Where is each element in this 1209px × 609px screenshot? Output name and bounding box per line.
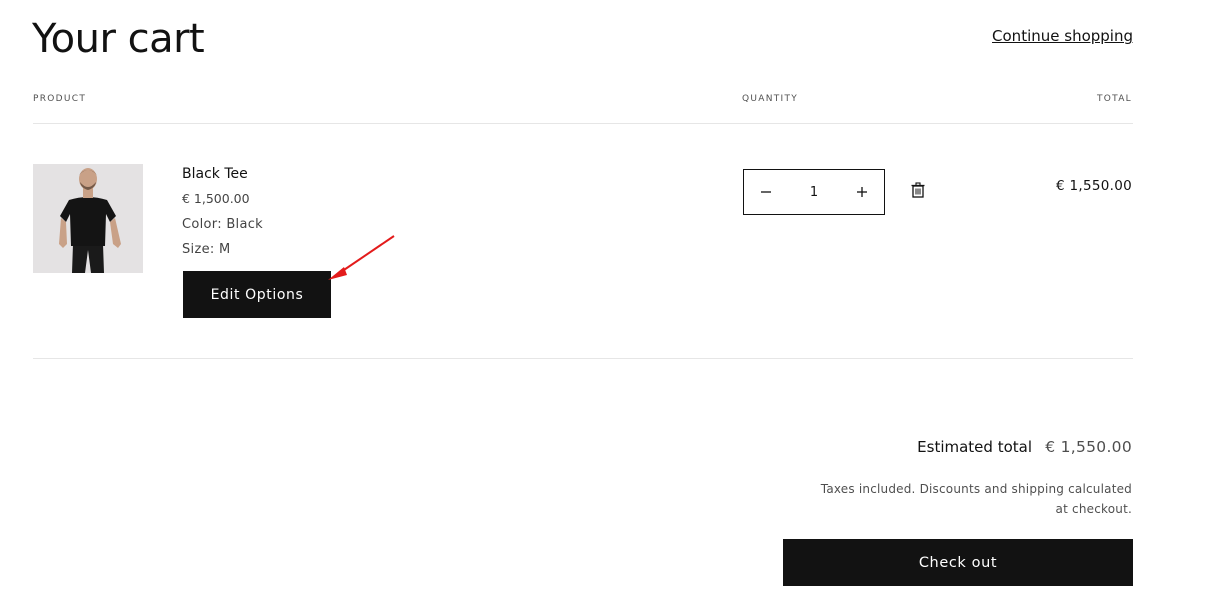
plus-icon — [857, 187, 867, 197]
increase-quantity-button[interactable] — [840, 170, 884, 214]
items-divider — [33, 358, 1133, 359]
quantity-stepper — [743, 169, 885, 215]
line-item-total: € 1,550.00 — [1056, 178, 1132, 194]
quantity-input[interactable] — [788, 170, 840, 214]
remove-item-button[interactable] — [909, 181, 927, 199]
edit-options-button[interactable]: Edit Options — [183, 271, 331, 318]
estimated-total-value: € 1,550.00 — [1045, 438, 1132, 456]
product-name-link[interactable]: Black Tee — [182, 165, 248, 183]
product-image[interactable] — [33, 164, 143, 273]
continue-shopping-link[interactable]: Continue shopping — [992, 26, 1133, 46]
product-color-option: Color: Black — [182, 217, 263, 232]
minus-icon — [761, 191, 771, 193]
column-header-total: TOTAL — [1096, 94, 1132, 104]
checkout-button[interactable]: Check out — [783, 539, 1133, 586]
header-divider — [33, 123, 1133, 124]
product-unit-price: € 1,500.00 — [182, 191, 250, 206]
product-size-option: Size: M — [182, 242, 231, 257]
estimated-total-label: Estimated total — [917, 438, 1032, 456]
man-in-black-tee-photo-icon — [33, 164, 143, 273]
decrease-quantity-button[interactable] — [744, 170, 788, 214]
trash-icon — [911, 182, 925, 198]
column-header-quantity: QUANTITY — [742, 94, 799, 104]
annotation-arrow-icon — [328, 235, 395, 280]
page-title: Your cart — [32, 16, 205, 62]
tax-shipping-note: Taxes included. Discounts and shipping c… — [820, 482, 1132, 516]
column-header-product: PRODUCT — [33, 94, 87, 104]
